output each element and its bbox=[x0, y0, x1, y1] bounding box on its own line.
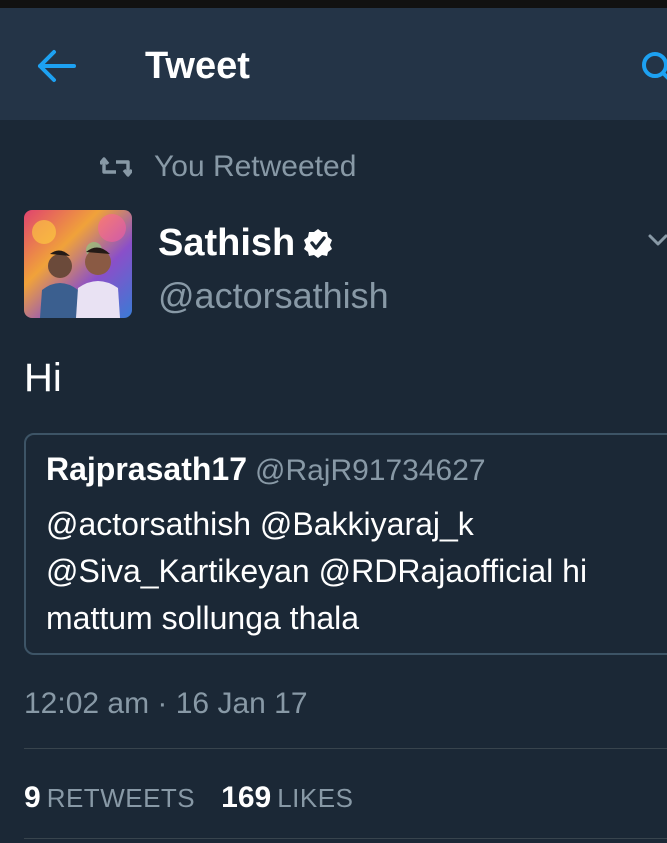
search-button[interactable] bbox=[640, 50, 667, 84]
social-context-text: You Retweeted bbox=[154, 150, 357, 183]
tweet-timestamp[interactable]: 12:02 am · 16 Jan 17 bbox=[24, 686, 308, 722]
author-name[interactable]: Sathish bbox=[158, 222, 333, 264]
retweets-label: RETWEETS bbox=[46, 783, 196, 813]
divider bbox=[24, 838, 667, 839]
retweets-stat[interactable]: 9 RETWEETS bbox=[24, 780, 195, 816]
back-button[interactable] bbox=[30, 46, 82, 86]
page-title: Tweet bbox=[145, 45, 250, 87]
quoted-author-handle: @RajR91734627 bbox=[254, 454, 486, 487]
social-context: You Retweeted bbox=[100, 150, 356, 184]
retweets-count: 9 bbox=[24, 781, 41, 814]
tweet-text: Hi bbox=[24, 356, 62, 400]
avatar[interactable] bbox=[24, 210, 132, 318]
author-handle[interactable]: @actorsathish bbox=[158, 276, 389, 316]
arrow-left-icon bbox=[30, 46, 82, 86]
search-icon bbox=[640, 52, 667, 88]
chevron-down-icon bbox=[646, 234, 667, 256]
app-bar: Tweet bbox=[0, 8, 667, 120]
divider bbox=[24, 748, 667, 749]
retweet-icon bbox=[100, 155, 132, 179]
quoted-tweet[interactable]: Rajprasath17 @RajR91734627 @actorsathish … bbox=[24, 433, 667, 655]
status-bar bbox=[0, 0, 667, 8]
likes-stat[interactable]: 169 LIKES bbox=[221, 780, 353, 816]
verified-badge-icon bbox=[303, 228, 333, 258]
tweet-stats: 9 RETWEETS 169 LIKES bbox=[24, 780, 353, 816]
author-name-label: Sathish bbox=[158, 222, 296, 264]
likes-label: LIKES bbox=[277, 783, 354, 813]
quoted-tweet-header: Rajprasath17 @RajR91734627 bbox=[46, 451, 486, 488]
likes-count: 169 bbox=[221, 781, 272, 814]
quoted-author-name: Rajprasath17 bbox=[46, 451, 247, 487]
tweet-menu-button[interactable] bbox=[646, 228, 667, 252]
quoted-tweet-text: @actorsathish @Bakkiyaraj_k @Siva_Kartik… bbox=[46, 506, 588, 636]
